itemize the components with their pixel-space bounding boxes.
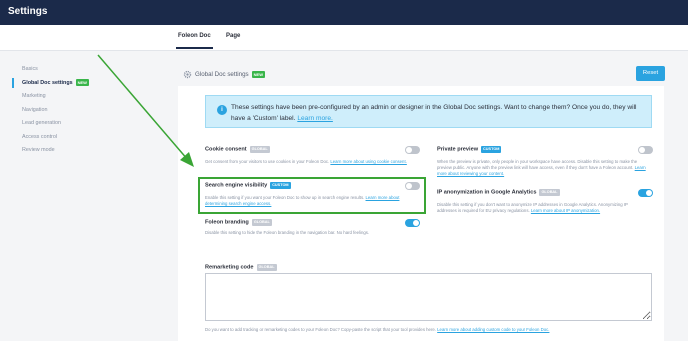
sidebar-item-label: Navigation: [22, 106, 48, 113]
tab-bar: Foleon Doc Page: [0, 25, 688, 51]
custom-tag: CUSTOM: [481, 146, 502, 153]
info-banner: i These settings have been pre-configure…: [205, 95, 652, 128]
sidebar-item-navigation[interactable]: Navigation: [12, 105, 162, 119]
new-badge: NEW: [75, 78, 89, 86]
setting-name: Private preview CUSTOM: [437, 146, 502, 153]
sidebar-item-global-doc-settings[interactable]: Global Doc settings NEW: [12, 77, 162, 92]
remarketing-code-textarea[interactable]: [205, 273, 652, 321]
global-tag: GLOBAL: [251, 219, 272, 226]
remarketing-learn-more-link[interactable]: Learn more about adding custom code to y…: [437, 327, 549, 332]
reset-button[interactable]: Reset: [636, 66, 665, 81]
sidebar: Basics Global Doc settings NEW Marketing …: [12, 64, 162, 159]
ip-anonymization-toggle[interactable]: [638, 189, 653, 197]
app-title: Settings: [8, 6, 48, 17]
tab-foleon-doc[interactable]: Foleon Doc: [176, 33, 213, 49]
setting-name: IP anonymization in Google Analytics GLOB…: [437, 189, 560, 196]
learn-more-link[interactable]: Learn more.: [297, 115, 333, 122]
info-icon: i: [217, 105, 227, 115]
setting-ip-anonymization: IP anonymization in Google Analytics GLOB…: [437, 189, 637, 214]
sidebar-item-label: Basics: [22, 66, 38, 72]
info-text: These settings have been pre-configured …: [231, 104, 637, 122]
cookie-consent-toggle[interactable]: [405, 146, 420, 154]
setting-search-engine-visibility: Search engine visibility CUSTOM Enable th…: [205, 182, 420, 207]
sidebar-item-marketing[interactable]: Marketing: [12, 91, 162, 105]
new-badge: NEW: [251, 71, 265, 78]
sidebar-item-label: Lead generation: [22, 120, 61, 126]
setting-description: When the preview is private, only people…: [437, 158, 646, 177]
setting-description: Disable this setting to hide the Foleon …: [205, 229, 370, 235]
gear-icon: [183, 70, 192, 79]
setting-description: Get consent from your visitors to use co…: [205, 158, 407, 164]
sidebar-item-lead-generation[interactable]: Lead generation: [12, 118, 162, 132]
remarketing-description: Do you want to add tracking or remarketi…: [205, 327, 550, 332]
cookie-learn-more-link[interactable]: Learn more about using cookie consent.: [330, 159, 406, 164]
sidebar-item-review-mode[interactable]: Review mode: [12, 145, 162, 159]
sidebar-item-label: Marketing: [22, 93, 46, 99]
setting-description: Disable this setting if you don't want t…: [437, 201, 628, 214]
private-preview-toggle[interactable]: [638, 146, 653, 154]
page-title: Global Doc settings NEW: [195, 71, 265, 79]
global-tag: GLOBAL: [256, 264, 277, 271]
setting-name: Foleon branding GLOBAL: [205, 219, 272, 226]
setting-remarketing-code: Remarketing code GLOBAL: [205, 264, 405, 271]
top-bar: Settings: [0, 0, 688, 25]
setting-private-preview: Private preview CUSTOM When the preview i…: [437, 146, 652, 178]
setting-name: Cookie consent GLOBAL: [205, 146, 270, 153]
sidebar-item-label: Review mode: [22, 147, 55, 153]
setting-cookie-consent: Cookie consent GLOBAL Get consent from yo…: [205, 146, 425, 165]
sidebar-item-basics[interactable]: Basics: [12, 64, 162, 78]
foleon-branding-toggle[interactable]: [405, 219, 420, 227]
sidebar-item-label: Global Doc settings: [22, 79, 73, 86]
ip-learn-more-link[interactable]: Learn more about IP anonymization.: [531, 208, 600, 213]
setting-name: Search engine visibility CUSTOM: [205, 182, 291, 189]
tab-page[interactable]: Page: [226, 33, 240, 39]
sidebar-item-label: Access control: [22, 133, 58, 140]
setting-name: Remarketing code GLOBAL: [205, 264, 277, 271]
custom-tag: CUSTOM: [270, 182, 291, 189]
global-tag: GLOBAL: [249, 146, 270, 153]
section-header: Global Doc settings NEW: [183, 69, 653, 83]
search-engine-visibility-toggle[interactable]: [405, 182, 420, 190]
setting-description: Enable this setting if you want your Fol…: [205, 194, 400, 207]
global-tag: GLOBAL: [539, 189, 560, 196]
sidebar-item-access-control[interactable]: Access control: [12, 132, 162, 146]
setting-foleon-branding: Foleon branding GLOBAL Disable this setti…: [205, 219, 420, 236]
